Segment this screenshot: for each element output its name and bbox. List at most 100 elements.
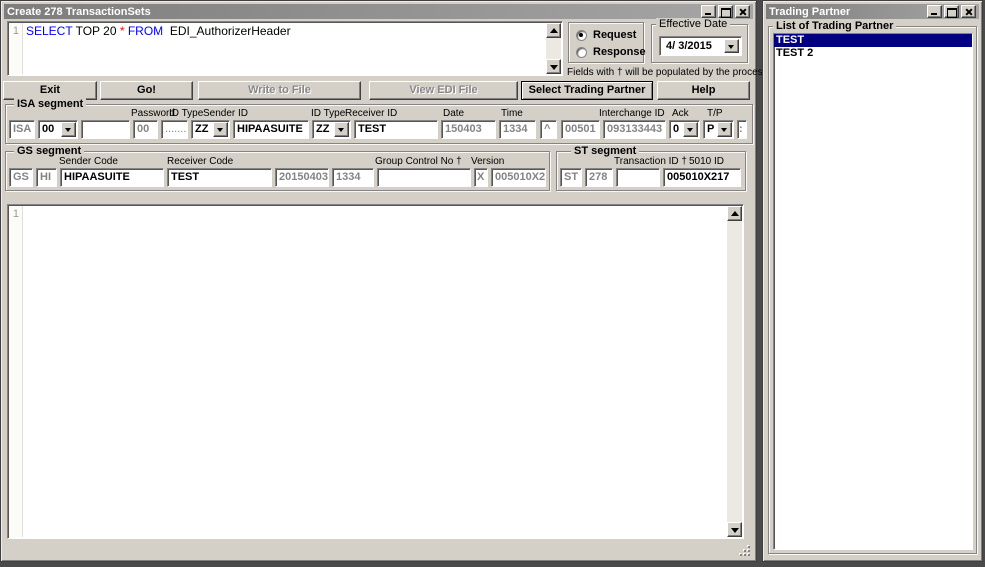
gs-group-control-label: Group Control No † (375, 156, 462, 167)
isa-id-type-sender-label: ID Type (169, 108, 203, 119)
st-transaction-id-field[interactable] (616, 168, 660, 187)
isa-time-label: Time (501, 108, 523, 119)
gs-tag-field: GS (9, 168, 33, 187)
isa-receiver-id-label: Receiver ID (345, 108, 397, 119)
isa-receiver-id-type-value: ZZ (316, 123, 329, 135)
isa-usage-combo[interactable]: P (703, 120, 734, 139)
isa-tp-label: T/P (707, 108, 723, 119)
chevron-down-icon[interactable] (334, 122, 349, 137)
mode-panel: Request Response (568, 22, 644, 63)
sql-keyword-select: SELECT (26, 24, 72, 38)
sql-line-number: 1 (9, 23, 23, 74)
trading-partner-list[interactable]: TEST TEST 2 (773, 33, 973, 550)
chevron-down-icon[interactable] (213, 122, 228, 137)
isa-password-field: ......... (161, 120, 188, 139)
st-5010-id-label: 5010 ID (689, 156, 724, 167)
sql-table-name: EDI_AuthorizerHeader (167, 24, 291, 38)
isa-ack-value: 0 (673, 123, 679, 135)
chevron-down-icon[interactable] (61, 122, 76, 137)
output-editor[interactable]: 1 (7, 204, 744, 539)
isa-date-field: 150403 (441, 120, 496, 139)
st-5010-id-field[interactable]: 005010X217 (663, 168, 741, 187)
isa-segment-legend: ISA segment (14, 98, 86, 110)
request-radio[interactable] (576, 30, 587, 41)
sql-keyword-from: FROM (125, 24, 167, 38)
scroll-up-icon[interactable] (546, 23, 561, 38)
list-item[interactable]: TEST 2 (774, 47, 972, 60)
gs-version-field: 005010X217 (491, 168, 546, 187)
write-to-file-button: Write to File (198, 81, 361, 100)
select-trading-partner-button[interactable]: Select Trading Partner (521, 81, 653, 100)
isa-date-label: Date (443, 108, 464, 119)
isa-ack-label: Ack (672, 108, 689, 119)
gs-receiver-code-field[interactable]: TEST (167, 168, 272, 187)
effective-date-label: Effective Date (656, 18, 730, 30)
gs-functional-code-field: HI (36, 168, 57, 187)
trading-partner-window: Trading Partner List of Trading Partner … (762, 0, 983, 562)
isa-receiver-id-field[interactable]: TEST (354, 120, 438, 139)
isa-sender-id-type-value: ZZ (195, 123, 208, 135)
close-icon[interactable] (735, 5, 750, 18)
request-radio-label: Request (593, 29, 636, 41)
scroll-down-icon[interactable] (546, 59, 561, 74)
gs-receiver-code-label: Receiver Code (167, 156, 233, 167)
isa-tag-field: ISA (9, 120, 35, 139)
output-scrollbar[interactable] (727, 206, 742, 537)
gs-responsible-agency-field: X (474, 168, 488, 187)
gs-version-label: Version (471, 156, 504, 167)
isa-auth-info-field[interactable] (81, 120, 130, 139)
isa-interchange-id-field: 093133443 (603, 120, 666, 139)
isa-repetition-separator-field: ^ (540, 120, 557, 139)
chevron-down-icon[interactable] (683, 122, 698, 137)
sql-text-mid: TOP 20 (72, 24, 119, 38)
isa-time-field: 1334 (499, 120, 536, 139)
effective-date-group: Effective Date 4/ 3/2015 (651, 24, 748, 63)
output-line-number: 1 (9, 206, 23, 537)
gs-date-field: 20150403 (275, 168, 329, 187)
maximize-icon[interactable] (718, 5, 733, 18)
effective-date-picker[interactable]: 4/ 3/2015 (659, 36, 742, 56)
gs-sender-code-label: Sender Code (59, 156, 118, 167)
chevron-down-icon[interactable] (724, 39, 739, 53)
minimize-icon[interactable] (927, 5, 942, 18)
isa-ack-combo[interactable]: 0 (669, 120, 700, 139)
resize-grip[interactable] (739, 545, 751, 557)
help-button[interactable]: Help (657, 81, 750, 100)
isa-security-qualifier-field: 00 (133, 120, 158, 139)
scroll-up-icon[interactable] (727, 206, 742, 221)
desktop: Create 278 TransactionSets 1 SELECT TOP … (0, 0, 985, 567)
sql-query-text: SELECT TOP 20 * FROM EDI_AuthorizerHeade… (26, 24, 291, 38)
isa-auth-qualifier-combo[interactable]: 00 (38, 120, 78, 139)
sql-editor[interactable]: 1 SELECT TOP 20 * FROM EDI_AuthorizerHea… (7, 21, 563, 76)
list-item[interactable]: TEST (774, 34, 972, 47)
trading-partner-list-group: List of Trading Partner TEST TEST 2 (768, 26, 977, 554)
trading-partner-list-label: List of Trading Partner (773, 20, 896, 32)
response-radio-label: Response (593, 46, 646, 58)
go-button[interactable]: Go! (100, 81, 193, 100)
trading-partner-titlebar[interactable]: Trading Partner (766, 4, 979, 19)
isa-id-type-receiver-label: ID Type (311, 108, 345, 119)
main-titlebar[interactable]: Create 278 TransactionSets (4, 4, 753, 19)
main-window: Create 278 TransactionSets 1 SELECT TOP … (0, 0, 757, 562)
main-window-title: Create 278 TransactionSets (7, 6, 699, 18)
sql-editor-scrollbar[interactable] (546, 23, 561, 74)
isa-version-field: 00501 (561, 120, 600, 139)
st-transaction-id-label: Transaction ID † (614, 156, 687, 167)
isa-auth-qualifier-value: 00 (42, 123, 54, 135)
isa-sender-id-field[interactable]: HIPAASUITE (233, 120, 309, 139)
response-radio[interactable] (576, 47, 587, 58)
effective-date-value: 4/ 3/2015 (666, 40, 712, 52)
isa-sender-id-label: Sender ID (203, 108, 248, 119)
close-icon[interactable] (961, 5, 976, 18)
isa-sender-id-type-combo[interactable]: ZZ (191, 120, 230, 139)
gs-group-control-field[interactable] (377, 168, 471, 187)
scroll-down-icon[interactable] (727, 522, 742, 537)
isa-receiver-id-type-combo[interactable]: ZZ (312, 120, 351, 139)
dagger-note: Fields with † will be populated by the p… (567, 67, 770, 78)
view-edi-file-button: View EDI File (369, 81, 518, 100)
st-transaction-code-field: 278 (585, 168, 613, 187)
gs-sender-code-field[interactable]: HIPAASUITE (60, 168, 164, 187)
chevron-down-icon[interactable] (717, 122, 732, 137)
maximize-icon[interactable] (944, 5, 959, 18)
minimize-icon[interactable] (701, 5, 716, 18)
